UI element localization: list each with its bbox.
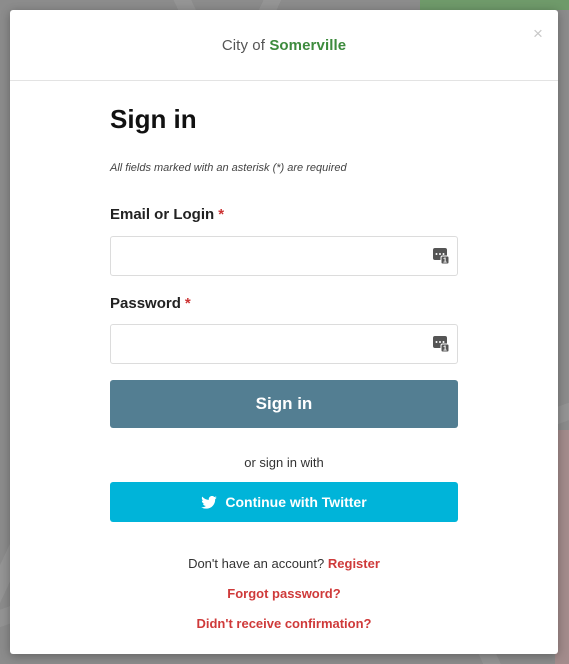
logo-prefix: City of [221, 36, 266, 54]
logo-name: Somerville [269, 36, 347, 54]
email-label-text: Email or Login [110, 206, 215, 223]
register-prompt: Don't have an account? Register [110, 556, 458, 571]
twitter-button-label: Continue with Twitter [225, 494, 367, 510]
password-label-text: Password [110, 295, 181, 312]
email-label: Email or Login * [110, 206, 224, 223]
svg-text:1: 1 [443, 346, 447, 353]
required-asterisk: * [184, 295, 191, 312]
confirmation-row: Didn't receive confirmation? [110, 616, 458, 631]
register-link[interactable]: Register [328, 556, 380, 571]
twitter-icon [201, 495, 218, 509]
forgot-password-link[interactable]: Forgot password? [227, 586, 340, 601]
or-sign-in-with-text: or sign in with [244, 455, 324, 470]
email-field-wrapper: 1 [110, 236, 458, 276]
twitter-sign-in-button[interactable]: Continue with Twitter [110, 482, 458, 522]
forgot-password-row: Forgot password? [110, 586, 458, 601]
modal-header: City of Somerville × [10, 10, 558, 81]
map-park-area [420, 0, 569, 10]
password-manager-icon[interactable]: 1 [433, 248, 449, 264]
page-title: Sign in [110, 104, 197, 134]
email-field[interactable] [111, 237, 431, 273]
password-manager-icon[interactable]: 1 [433, 336, 449, 352]
required-fields-note: All fields marked with an asterisk (*) a… [110, 162, 347, 174]
close-icon[interactable]: × [530, 25, 546, 42]
password-field[interactable] [111, 325, 431, 361]
password-label: Password * [110, 295, 191, 312]
resend-confirmation-link[interactable]: Didn't receive confirmation? [196, 616, 371, 631]
required-asterisk: * [218, 206, 225, 223]
sign-in-button[interactable]: Sign in [110, 380, 458, 428]
city-logo: City of Somerville [222, 37, 346, 54]
password-field-wrapper: 1 [110, 324, 458, 364]
no-account-text: Don't have an account? [188, 556, 325, 571]
sign-in-modal: City of Somerville × Sign in All fields … [10, 10, 558, 654]
svg-text:1: 1 [443, 258, 447, 265]
